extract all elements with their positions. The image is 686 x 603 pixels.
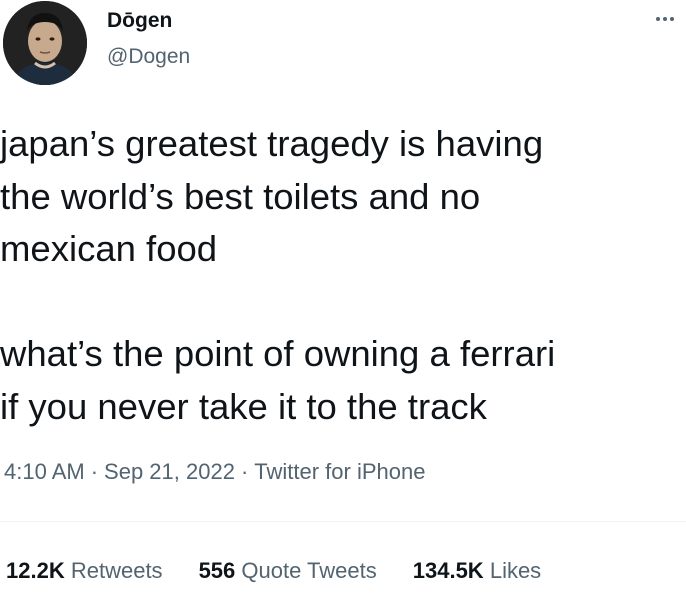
tweet-stats: 12.2K Retweets 556 Quote Tweets 134.5K L… [6,556,541,586]
retweets-stat[interactable]: 12.2K Retweets [6,556,163,586]
retweets-count: 12.2K [6,558,65,583]
tweet-text-line: japan’s greatest tragedy is having [0,123,544,164]
tweet-text-line: mexican food [0,228,218,269]
quote-tweets-label: Quote Tweets [241,558,377,583]
quote-tweets-count: 556 [198,558,236,583]
quote-tweets-stat[interactable]: 556 Quote Tweets [199,556,377,586]
author-name[interactable]: Dōgen [107,8,172,34]
tweet-date[interactable]: Sep 21, 2022 [104,459,235,484]
meta-separator: · [90,459,99,484]
tweet-text-line: what’s the point of owning a ferrari [0,333,556,374]
tweet-text-line: the world’s best toilets and no [0,175,481,217]
more-options-button[interactable] [650,8,680,30]
tweet-meta: 4:10 AM · Sep 21, 2022 · Twitter for iPhone [4,457,425,487]
tweet: Dōgen @Dogen japan’s greatest tragedy is… [0,0,686,603]
tweet-text-line: if you never take it to the track [0,385,487,427]
retweets-label: Retweets [70,558,163,583]
meta-separator: · [240,459,249,484]
divider [0,521,686,522]
more-horizontal-icon [655,17,676,21]
likes-count: 134.5K [412,558,484,583]
author-handle[interactable]: @Dogen [107,44,190,70]
avatar[interactable] [3,1,87,85]
likes-label: Likes [489,558,542,583]
profile-photo-icon [3,1,87,85]
likes-stat[interactable]: 134.5K Likes [413,556,541,586]
tweet-text: japan’s greatest tragedy is having the w… [0,118,686,433]
tweet-time[interactable]: 4:10 AM [4,459,85,484]
tweet-source[interactable]: Twitter for iPhone [254,459,425,484]
